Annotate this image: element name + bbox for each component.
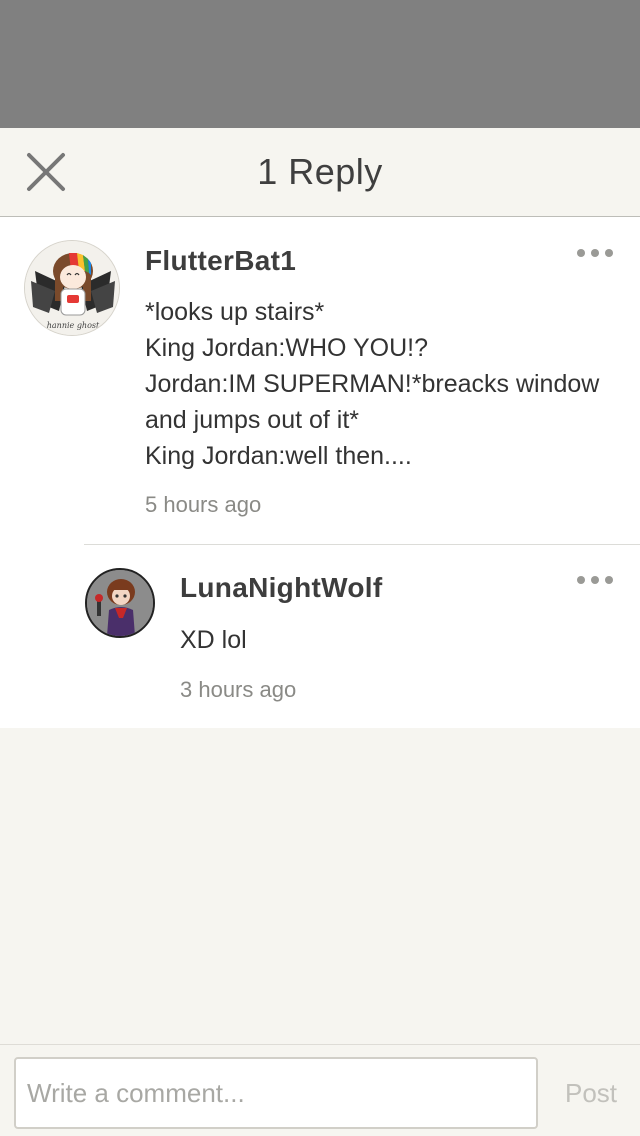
- post-button[interactable]: Post: [556, 1057, 626, 1129]
- comment-thread: hannie ghost FlutterBat1 *looks up stair…: [0, 217, 640, 728]
- close-icon: [27, 153, 65, 191]
- avatar-illustration: hannie ghost: [25, 241, 119, 335]
- comment-body-line: Jordan:IM SUPERMAN!*breacks window: [145, 370, 600, 398]
- more-options-button[interactable]: [576, 241, 620, 265]
- avatar[interactable]: [85, 568, 155, 638]
- more-options-button[interactable]: [576, 568, 620, 592]
- close-button[interactable]: [24, 150, 68, 194]
- avatar-caption: hannie ghost: [47, 321, 100, 330]
- comment-input[interactable]: [14, 1057, 538, 1129]
- comment-body-line: and jumps out of it*: [145, 406, 360, 434]
- reply-sheet-header: 1 Reply: [0, 128, 640, 217]
- reply-body-line: XD lol: [180, 626, 247, 654]
- reply-timestamp: 3 hours ago: [180, 677, 297, 702]
- reply-body: XD lol: [180, 622, 247, 658]
- dimmed-overlay[interactable]: [0, 0, 640, 128]
- comment-body-line: *looks up stairs*: [145, 298, 325, 326]
- page-title: 1 Reply: [257, 151, 383, 192]
- avatar-illustration: [87, 570, 153, 636]
- comment-timestamp: 5 hours ago: [145, 492, 262, 517]
- comment-item: hannie ghost FlutterBat1 *looks up stair…: [0, 217, 640, 544]
- comment-body-line: King Jordan:well then....: [145, 442, 412, 470]
- comment-author[interactable]: FlutterBat1: [145, 245, 296, 277]
- reply-author[interactable]: LunaNightWolf: [180, 572, 382, 604]
- more-horizontal-icon: [577, 576, 613, 584]
- comment-body: *looks up stairs* King Jordan:WHO YOU!? …: [145, 294, 625, 474]
- reply-item: LunaNightWolf XD lol 3 hours ago: [0, 544, 640, 728]
- comment-composer: Post: [0, 1044, 640, 1136]
- more-horizontal-icon: [577, 249, 613, 257]
- comment-body-line: King Jordan:WHO YOU!?: [145, 334, 428, 362]
- avatar[interactable]: hannie ghost: [24, 240, 120, 336]
